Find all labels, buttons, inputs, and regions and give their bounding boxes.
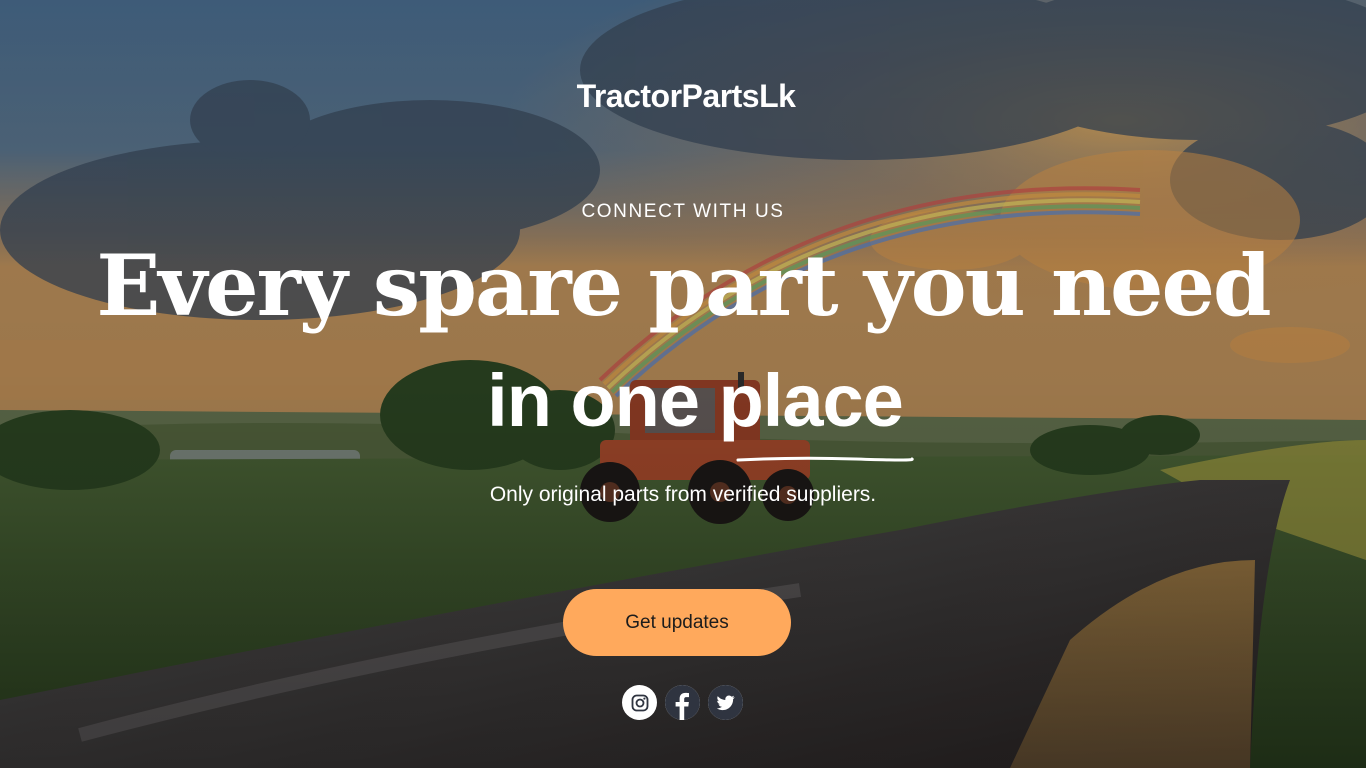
twitter-icon xyxy=(708,685,743,720)
social-links xyxy=(622,685,743,720)
brand-logo[interactable]: TractorPartsLk xyxy=(0,78,1366,115)
instagram-link[interactable] xyxy=(622,685,657,720)
headline-line-1: Every spare part you need xyxy=(96,236,1271,335)
headline-underline xyxy=(736,456,914,462)
facebook-link[interactable] xyxy=(665,685,700,720)
instagram-icon xyxy=(631,694,648,711)
hero-subtitle: Only original parts from verified suppli… xyxy=(489,483,877,506)
eyebrow-text: CONNECT WITH US xyxy=(581,201,785,222)
facebook-icon xyxy=(665,685,700,720)
hero-section: TractorPartsLk CONNECT WITH US Every spa… xyxy=(0,0,1366,768)
twitter-link[interactable] xyxy=(708,685,743,720)
headline-line-2: in one place xyxy=(487,359,904,442)
get-updates-button[interactable]: Get updates xyxy=(563,589,791,656)
hero-content: TractorPartsLk CONNECT WITH US Every spa… xyxy=(0,0,1366,768)
